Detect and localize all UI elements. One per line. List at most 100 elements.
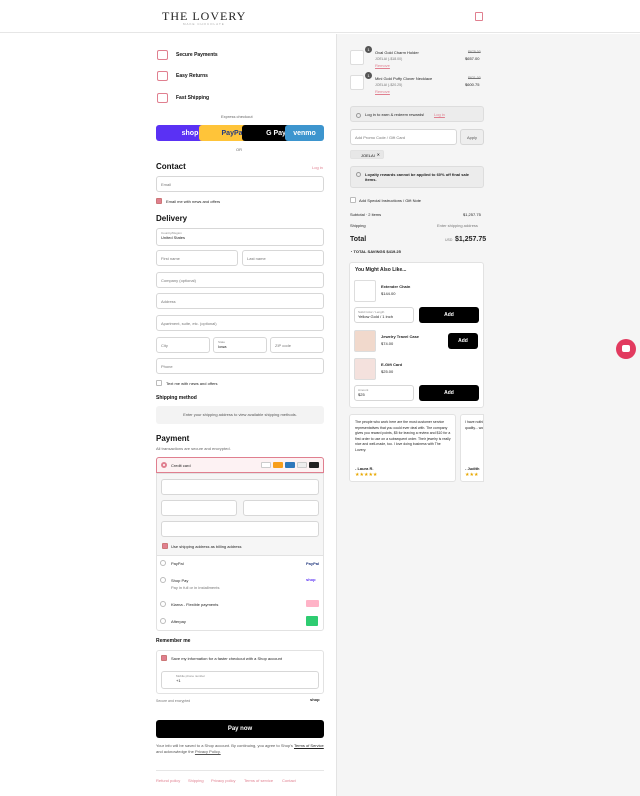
checkout-page: THE LOVERY MAKE CHOCOLATE Secure Payment… xyxy=(0,0,640,796)
venmo-button[interactable]: venmo xyxy=(285,125,324,141)
address-field[interactable]: Address xyxy=(156,293,324,309)
shop-logo-icon: shop xyxy=(306,577,316,582)
footer-contact-link[interactable]: Contact xyxy=(282,778,296,783)
apply-button[interactable]: Apply xyxy=(460,129,484,145)
star-rating: ★★★★★ xyxy=(355,472,378,478)
privacy-link[interactable]: Privacy Policy. xyxy=(195,749,221,754)
apartment-field[interactable]: Apartment, suite, etc. (optional) xyxy=(156,315,324,331)
text-offers-label: Text me with news and offers xyxy=(166,381,218,386)
afterpay-logo-icon xyxy=(306,616,318,626)
product-thumb xyxy=(350,50,364,65)
last-name-field[interactable]: Last name xyxy=(242,250,324,266)
discount-tag: JOELAI ✕ xyxy=(350,150,384,159)
legal-text: Your info will be saved to a Shop accoun… xyxy=(156,743,324,754)
shipping-method-note: Enter your shipping address to view avai… xyxy=(156,406,324,424)
mobile-phone-field[interactable]: Mobile phone number +1 xyxy=(161,671,319,689)
paypal-radio[interactable] xyxy=(160,560,166,566)
login-link[interactable]: Log in xyxy=(312,165,323,170)
billing-label: Use shipping address as billing address xyxy=(171,544,242,549)
remove-code-icon[interactable]: ✕ xyxy=(377,152,380,157)
savings-row: ◔ TOTAL SAVINGS $419.25 xyxy=(350,249,401,254)
gift-note-checkbox[interactable] xyxy=(350,197,356,203)
rewards-banner: Log in to earn & redeem rewards! Log in xyxy=(350,106,484,122)
shopping-bag-icon[interactable] xyxy=(475,12,483,21)
rewards-login-link[interactable]: Log in xyxy=(434,112,445,117)
cart-item-name: Mini Gold Puffy Clover Necklace xyxy=(375,76,433,81)
city-field[interactable]: City xyxy=(156,337,210,353)
credit-card-radio[interactable] xyxy=(161,462,167,468)
cart-item-discount: JOELAI (-$20.25) xyxy=(375,83,403,87)
shipping-method-heading: Shipping method xyxy=(156,395,197,401)
upsell-name: E-Gift Card xyxy=(381,362,403,367)
upsell-add-button[interactable]: Add xyxy=(448,333,478,349)
shoppay-option[interactable]: Shop Pay xyxy=(171,578,188,583)
news-label: Email me with news and offers xyxy=(166,199,221,204)
afterpay-option[interactable]: Afterpay xyxy=(171,619,186,624)
remove-link[interactable]: Remove xyxy=(375,89,390,94)
first-name-field[interactable]: First name xyxy=(156,250,238,266)
or-divider: OR xyxy=(236,147,242,152)
afterpay-radio[interactable] xyxy=(160,618,166,624)
upsell-thumb xyxy=(354,280,376,302)
zip-field[interactable]: ZIP code xyxy=(270,337,324,353)
promo-code-field[interactable]: Add Promo Code / Gift Card xyxy=(350,129,457,145)
cart-item-price: $600.75 xyxy=(465,82,480,87)
company-field[interactable]: Company (optional) xyxy=(156,272,324,288)
cart-item-name: Oval Gold Charm Holder xyxy=(375,50,419,55)
country-select[interactable]: Country/Region United States xyxy=(156,228,324,246)
save-info-checkbox[interactable] xyxy=(161,655,167,661)
klarna-option[interactable]: Klarna - Flexible payments xyxy=(171,602,218,607)
footer-privacy-link[interactable]: Privacy policy xyxy=(211,778,235,783)
name-on-card-field[interactable] xyxy=(161,521,319,537)
pay-now-button[interactable]: Pay now xyxy=(156,720,324,738)
shipping-label: Shipping xyxy=(350,223,366,228)
upsell-add-button[interactable]: Add xyxy=(419,385,479,401)
footer-shipping-link[interactable]: Shipping xyxy=(188,778,204,783)
remove-link[interactable]: Remove xyxy=(375,63,390,68)
footer-terms-link[interactable]: Terms of service xyxy=(244,778,273,783)
email-field[interactable]: Email xyxy=(156,176,324,192)
upsell-variant-select[interactable]: Solid Color / Length Yellow Gold / 1 inc… xyxy=(354,307,414,323)
feature-returns: Easy Returns xyxy=(157,71,208,81)
paypal-option[interactable]: PayPal xyxy=(171,561,184,566)
phone-field[interactable]: Phone xyxy=(156,358,324,374)
paypal-logo-icon: PayPal xyxy=(306,561,320,566)
review-card: I have nothing... Lovery and... The qual… xyxy=(460,414,484,482)
cart-item-price: $657.00 xyxy=(465,56,480,61)
visa-icon xyxy=(261,462,271,468)
upsell-add-button[interactable]: Add xyxy=(419,307,479,323)
qty-badge: 1 xyxy=(365,72,372,79)
terms-link[interactable]: Terms of Service xyxy=(294,743,324,748)
expiry-field[interactable] xyxy=(161,500,237,516)
card-number-field[interactable] xyxy=(161,479,319,495)
review-card: The people who work here are the most cu… xyxy=(349,414,456,482)
qty-badge: 1 xyxy=(365,46,372,53)
news-checkbox[interactable] xyxy=(156,198,162,204)
upsell-price: $74.00 xyxy=(381,341,394,346)
text-offers-checkbox[interactable] xyxy=(156,380,162,386)
delivery-heading: Delivery xyxy=(156,214,188,223)
amex-icon xyxy=(285,462,295,468)
lock-icon xyxy=(157,50,168,60)
credit-card-option[interactable]: Credit card xyxy=(156,457,324,473)
feature-secure: Secure Payments xyxy=(157,50,218,60)
footer-refund-link[interactable]: Refund policy xyxy=(156,778,180,783)
klarna-radio[interactable] xyxy=(160,601,166,607)
state-select[interactable]: State Iowa xyxy=(213,337,267,353)
chat-icon[interactable] xyxy=(616,339,636,359)
cart-item-old-price: $621.00 xyxy=(468,76,481,80)
cvv-field[interactable] xyxy=(243,500,319,516)
upsell-amount-select[interactable]: Amount $25 xyxy=(354,385,414,401)
remember-heading: Remember me xyxy=(156,638,191,644)
upsell-name: Extender Chain xyxy=(381,284,411,289)
feature-shipping: Fast Shipping xyxy=(157,93,209,103)
footer-divider xyxy=(156,770,324,771)
total-value: $1,257.75 xyxy=(455,236,487,243)
cart-item-discount: JOELAI (-$18.00) xyxy=(375,57,403,61)
more-cards-icon xyxy=(309,462,319,468)
contact-heading: Contact xyxy=(156,162,186,171)
gift-note-label: Add Special Instructions / Gift Note xyxy=(359,198,422,203)
shoppay-radio[interactable] xyxy=(160,577,166,583)
product-thumb xyxy=(350,75,364,90)
billing-checkbox[interactable] xyxy=(162,543,168,549)
